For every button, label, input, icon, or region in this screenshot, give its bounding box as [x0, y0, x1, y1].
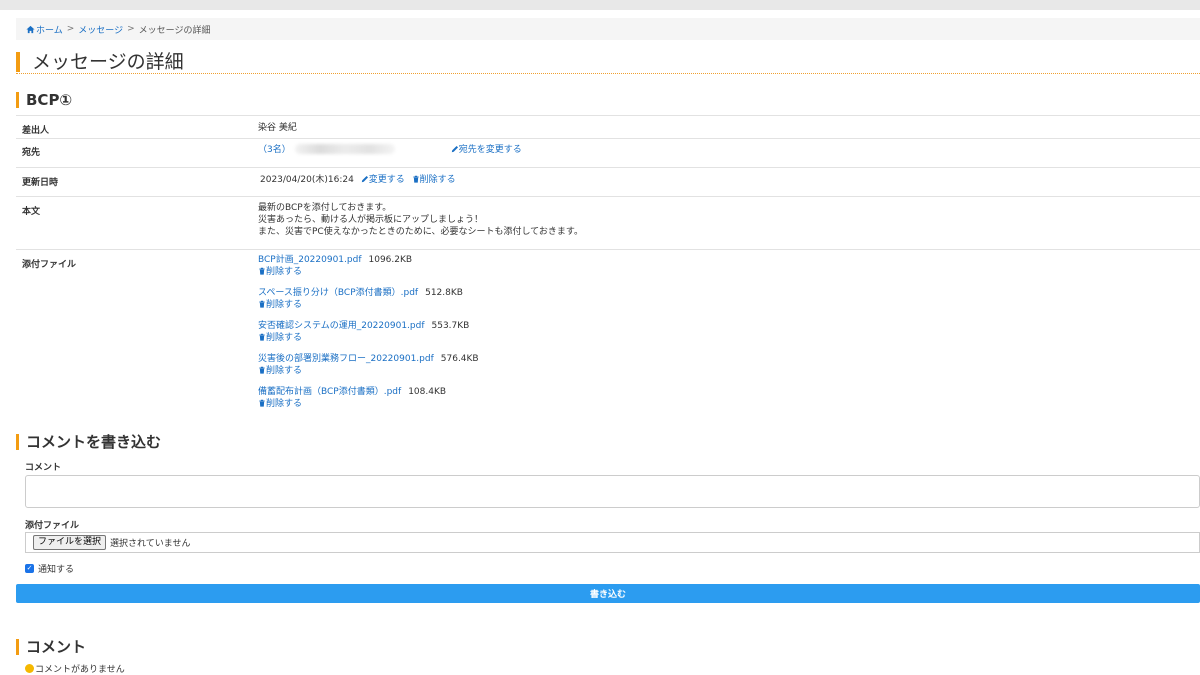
attachment-item: スペース振り分け（BCP添付書類）.pdf 512.8KB 削除する — [258, 287, 479, 311]
attachment-link[interactable]: BCP計画_20220901.pdf — [258, 255, 362, 265]
attachment-size: 108.4KB — [408, 387, 447, 397]
sender-link[interactable]: 染谷 美紀 — [258, 122, 297, 134]
updated-row: 更新日時 2023/04/20(木)16:24 変更する 削除する — [16, 167, 1200, 196]
attachment-delete-link[interactable]: 削除する — [258, 399, 302, 409]
body-row: 本文 最新のBCPを添付しておきます。 災害あったら、動ける人が掲示板にアップし… — [16, 196, 1200, 249]
attachment-delete-label: 削除する — [266, 267, 303, 277]
attachment-link[interactable]: 災害後の部署別業務フロー_20220901.pdf — [258, 354, 434, 364]
page-title: メッセージの詳細 — [16, 52, 184, 72]
attachment-delete-label: 削除する — [266, 333, 303, 343]
recipient-count-link[interactable]: （3名） — [258, 145, 291, 155]
file-status: 選択されていません — [110, 539, 191, 549]
choose-file-button[interactable]: ファイルを選択 — [33, 535, 107, 550]
attachment-delete-link[interactable]: 削除する — [258, 267, 302, 277]
change-recipients-label: 宛先を変更する — [458, 145, 522, 155]
trash-icon — [259, 300, 265, 308]
file-input[interactable]: ファイルを選択 選択されていません — [25, 532, 1200, 553]
home-icon — [26, 25, 35, 33]
top-bar — [0, 0, 1200, 10]
attachment-item: 備蓄配布計画（BCP添付書類）.pdf 108.4KB 削除する — [258, 386, 479, 410]
attachments-list: BCP計画_20220901.pdf 1096.2KB 削除する スペース振り分け… — [258, 254, 479, 419]
breadcrumb: ホーム > メッセージ > メッセージの詳細 — [16, 18, 1200, 40]
sender-row: 差出人 染谷 美紀 — [16, 115, 1200, 138]
attachment-size: 512.8KB — [425, 288, 463, 298]
attachment-delete-link[interactable]: 削除する — [258, 300, 302, 310]
updated-value: 2023/04/20(木)16:24 変更する 削除する — [260, 174, 456, 186]
updated-label: 更新日時 — [22, 178, 59, 188]
attachment-delete-link[interactable]: 削除する — [258, 366, 302, 376]
body-line: 最新のBCPを添付しておきます。 — [258, 203, 392, 213]
comments-heading: コメント — [16, 639, 86, 655]
breadcrumb-messages[interactable]: メッセージ — [78, 23, 123, 36]
attachment-size: 576.4KB — [440, 354, 479, 364]
notify-checkbox[interactable]: ✓ — [25, 564, 34, 573]
breadcrumb-current: メッセージの詳細 — [138, 25, 211, 36]
edit-label: 変更する — [368, 175, 405, 185]
attachment-delete-label: 削除する — [266, 399, 303, 409]
notify-label: 通知する — [38, 565, 75, 575]
sender-label: 差出人 — [22, 126, 50, 136]
attachment-item: BCP計画_20220901.pdf 1096.2KB 削除する — [258, 254, 479, 278]
message-subject: BCP① — [16, 92, 72, 108]
attachment-delete-label: 削除する — [266, 300, 303, 310]
comment-textarea[interactable] — [25, 475, 1200, 508]
change-recipients-link[interactable]: 宛先を変更する — [451, 145, 522, 155]
body-label: 本文 — [22, 207, 41, 217]
comment-label: コメント — [25, 463, 62, 473]
recipient-value: （3名） 宛先を変更する — [258, 144, 522, 156]
info-icon — [25, 664, 34, 673]
recipient-row: 宛先 （3名） 宛先を変更する — [16, 138, 1200, 167]
trash-icon — [259, 333, 265, 341]
attachment-link[interactable]: スペース振り分け（BCP添付書類）.pdf — [258, 288, 418, 298]
attachments-row: 添付ファイル BCP計画_20220901.pdf 1096.2KB 削除する ス… — [16, 249, 1200, 414]
body-line: また、災害でPC使えなかったときのために、必要なシートも添付しておきます。 — [258, 227, 584, 237]
trash-icon — [412, 175, 419, 183]
message-body: 最新のBCPを添付しておきます。 災害あったら、動ける人が掲示板にアップしましょ… — [258, 202, 583, 238]
pencil-icon — [361, 175, 368, 183]
redacted-recipients — [294, 144, 395, 154]
attachment-link[interactable]: 安否確認システムの運用_20220901.pdf — [258, 321, 425, 331]
trash-icon — [259, 399, 265, 407]
attachment-size: 1096.2KB — [368, 255, 413, 265]
no-comments-text: コメントがありません — [35, 665, 125, 675]
attachment-size: 553.7KB — [431, 321, 470, 331]
trash-icon — [259, 366, 265, 374]
page-title-wrapper: メッセージの詳細 — [16, 50, 1200, 74]
body-line: 災害あったら、動ける人が掲示板にアップしましょう！ — [258, 215, 484, 225]
breadcrumb-separator: > — [66, 24, 75, 34]
attachment-link[interactable]: 備蓄配布計画（BCP添付書類）.pdf — [258, 387, 401, 397]
comment-form-heading: コメントを書き込む — [16, 434, 161, 450]
recipient-label: 宛先 — [22, 148, 41, 158]
attachment-delete-label: 削除する — [266, 366, 303, 376]
breadcrumb-home[interactable]: ホーム — [26, 23, 63, 36]
file-label: 添付ファイル — [25, 521, 80, 531]
updated-datetime: 2023/04/20(木)16:24 — [260, 175, 354, 185]
breadcrumb-home-label: ホーム — [36, 25, 63, 36]
attachment-item: 安否確認システムの運用_20220901.pdf 553.7KB 削除する — [258, 320, 479, 344]
attachment-delete-link[interactable]: 削除する — [258, 333, 302, 343]
no-comments-notice: コメントがありません — [25, 662, 125, 675]
pencil-icon — [451, 145, 458, 153]
delete-message-link[interactable]: 削除する — [412, 175, 456, 185]
notify-option: ✓ 通知する — [25, 562, 74, 575]
trash-icon — [259, 267, 265, 275]
submit-comment-button[interactable]: 書き込む — [16, 584, 1200, 603]
breadcrumb-separator: > — [127, 24, 135, 34]
attachment-item: 災害後の部署別業務フロー_20220901.pdf 576.4KB 削除する — [258, 353, 479, 377]
attachments-label: 添付ファイル — [22, 260, 77, 270]
edit-message-link[interactable]: 変更する — [361, 175, 405, 185]
delete-label: 削除する — [419, 175, 456, 185]
